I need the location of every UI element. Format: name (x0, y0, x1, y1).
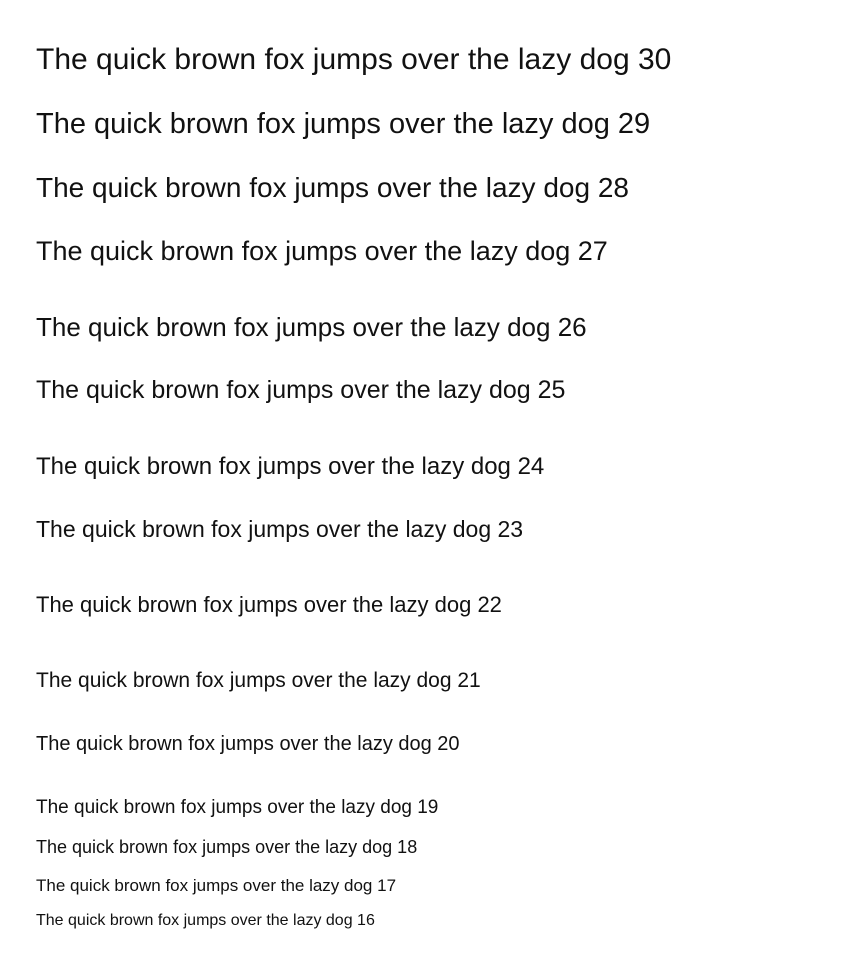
specimen-line-20: The quick brown fox jumps over the lazy … (36, 733, 460, 755)
specimen-line-26: The quick brown fox jumps over the lazy … (36, 312, 587, 342)
specimen-line-28: The quick brown fox jumps over the lazy … (36, 172, 629, 203)
specimen-line-18: The quick brown fox jumps over the lazy … (36, 837, 418, 857)
specimen-line-23: The quick brown fox jumps over the lazy … (36, 516, 524, 542)
specimen-line-29: The quick brown fox jumps over the lazy … (36, 108, 651, 140)
specimen-line-21: The quick brown fox jumps over the lazy … (36, 669, 481, 692)
font-size-specimen: The quick brown fox jumps over the lazy … (36, 0, 836, 960)
specimen-line-19: The quick brown fox jumps over the lazy … (36, 797, 439, 818)
specimen-line-30: The quick brown fox jumps over the lazy … (36, 43, 672, 76)
specimen-line-27: The quick brown fox jumps over the lazy … (36, 236, 608, 266)
specimen-line-25: The quick brown fox jumps over the lazy … (36, 376, 566, 404)
specimen-line-16: The quick brown fox jumps over the lazy … (36, 912, 375, 929)
specimen-line-24: The quick brown fox jumps over the lazy … (36, 453, 545, 480)
specimen-line-22: The quick brown fox jumps over the lazy … (36, 592, 502, 617)
specimen-line-17: The quick brown fox jumps over the lazy … (36, 876, 397, 895)
